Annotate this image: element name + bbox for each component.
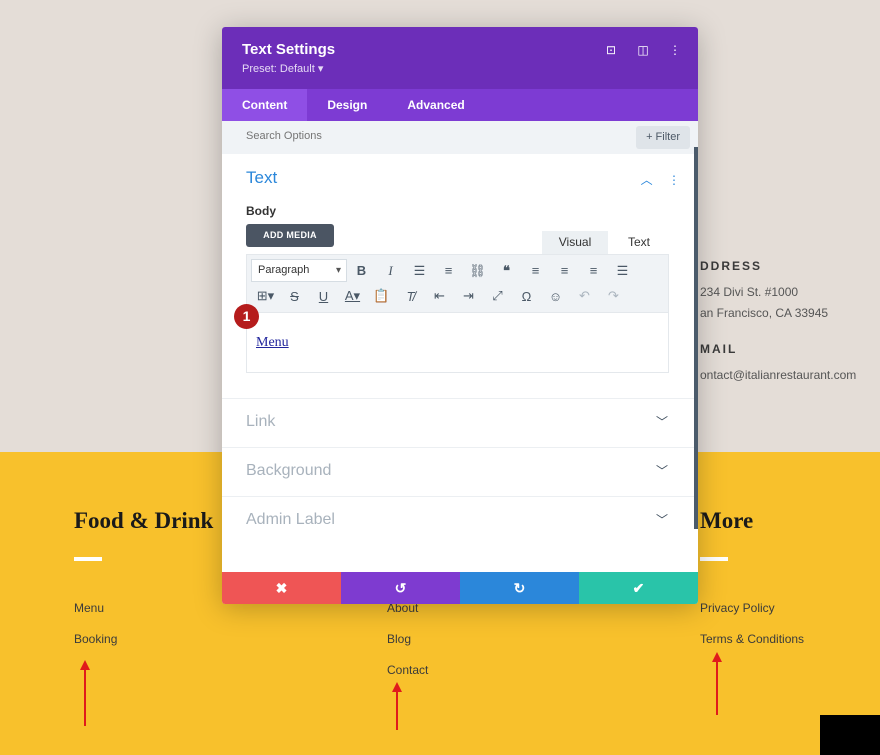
close-icon: ✖ (275, 580, 288, 596)
redo-button[interactable]: ↻ (460, 572, 579, 604)
align-center-icon[interactable]: ≡ (550, 263, 579, 278)
address-heading: DDRESS (700, 259, 763, 273)
screenshot-icon[interactable]: ⊡ (604, 43, 618, 57)
search-options-input[interactable] (246, 130, 446, 142)
special-character-icon[interactable]: Ω (512, 289, 541, 304)
indent-icon[interactable]: ⇥ (454, 288, 483, 304)
undo-icon[interactable]: ↶ (570, 288, 599, 304)
annotation-arrow-terms (712, 652, 722, 715)
address-line-1: 234 Divi St. #1000 (700, 285, 799, 299)
body-label: Body (246, 204, 276, 218)
accordion-link[interactable]: Link ﹀ (222, 398, 698, 447)
undo-icon: ↺ (394, 580, 407, 596)
step-badge: 1 (234, 304, 259, 329)
strikethrough-icon[interactable]: S (280, 289, 309, 304)
chevron-up-icon[interactable]: ︿ (641, 173, 653, 187)
filter-button[interactable]: + Filter (636, 126, 690, 149)
email-value[interactable]: ontact@italianrestaurant.com (700, 365, 856, 386)
footer-col3-title: More (700, 508, 754, 533)
text-color-icon[interactable]: A▾ (338, 288, 367, 304)
accordion-background[interactable]: Background ﹀ (222, 447, 698, 496)
annotation-arrow-booking (80, 660, 90, 726)
numbered-list-icon[interactable]: ≡ (434, 263, 463, 278)
align-left-icon[interactable]: ≡ (521, 263, 550, 278)
chevron-down-icon: ﹀ (655, 513, 668, 527)
accordion-admin-label[interactable]: Admin Label ﹀ (222, 496, 698, 545)
editor-tab-text[interactable]: Text (608, 231, 670, 254)
blockquote-icon[interactable]: ❝ (492, 263, 521, 279)
accordion-background-title: Background (246, 462, 332, 479)
underline-icon[interactable]: U (309, 289, 338, 304)
annotation-arrow-contact (392, 682, 402, 730)
clear-format-icon[interactable]: T̸ (396, 289, 425, 304)
modal-header: Text Settings Preset: Default ▾ ⊡ ◫ ⋮ (222, 27, 698, 89)
footer-col1-divider (74, 557, 102, 561)
tab-design[interactable]: Design (307, 89, 387, 121)
footer-link-about[interactable]: About (387, 601, 428, 632)
address-line-2: an Francisco, CA 33945 (700, 306, 829, 320)
emoji-icon[interactable]: ☺ (541, 289, 570, 304)
text-settings-modal: Text Settings Preset: Default ▾ ⊡ ◫ ⋮ Co… (222, 27, 698, 604)
chevron-down-icon: ﹀ (655, 464, 668, 478)
split-view-icon[interactable]: ◫ (636, 43, 650, 57)
footer-col3-divider (700, 557, 728, 561)
add-media-button[interactable]: ADD MEDIA (246, 224, 334, 247)
contact-address-block: DDRESS 234 Divi St. #1000 an Francisco, … (700, 259, 828, 324)
footer-column-more: More Privacy Policy Terms & Conditions (700, 508, 804, 663)
footer-column-food-drink: Food & Drink Menu Booking (74, 508, 213, 663)
modal-tabs: Content Design Advanced (222, 89, 698, 121)
tab-content[interactable]: Content (222, 89, 308, 121)
save-button[interactable]: ✔ (579, 572, 698, 604)
editor-tab-visual[interactable]: Visual (542, 231, 608, 254)
footer-link-booking[interactable]: Booking (74, 632, 213, 663)
bold-icon[interactable]: B (347, 263, 376, 278)
align-right-icon[interactable]: ≡ (579, 263, 608, 278)
italic-icon[interactable]: I (376, 263, 405, 279)
table-icon[interactable]: ⊞▾ (251, 288, 280, 304)
search-row: + Filter (222, 121, 698, 154)
chevron-down-icon: ﹀ (655, 415, 668, 429)
tab-advanced[interactable]: Advanced (387, 89, 484, 121)
paste-icon[interactable]: 📋 (367, 288, 396, 304)
text-editor-area[interactable]: Menu (246, 313, 669, 373)
editor-content-link[interactable]: Menu (256, 335, 289, 351)
link-icon[interactable]: ⛓ (463, 263, 492, 279)
undo-button[interactable]: ↺ (341, 572, 460, 604)
modal-action-bar: ✖ ↺ ↻ ✔ (222, 572, 698, 604)
footer-link-blog[interactable]: Blog (387, 632, 428, 663)
email-heading: MAIL (700, 342, 738, 356)
editor-toolbar: Paragraph B I ☰ ≡ ⛓ ❝ ≡ ≡ ≡ ☰ ⊞▾ S U A▾ … (246, 254, 669, 313)
cancel-button[interactable]: ✖ (222, 572, 341, 604)
check-icon: ✔ (632, 580, 645, 596)
contact-email-block: MAIL ontact@italianrestaurant.com (700, 342, 856, 386)
text-section-title[interactable]: Text (246, 168, 277, 188)
corner-black-block (820, 715, 880, 755)
modal-scrollbar[interactable] (694, 147, 698, 529)
more-options-icon[interactable]: ⋮ (668, 43, 682, 57)
footer-link-privacy-policy[interactable]: Privacy Policy (700, 601, 804, 632)
accordion-admin-label-title: Admin Label (246, 511, 335, 528)
section-more-icon[interactable]: ⋮ (668, 173, 680, 187)
accordion-link-title: Link (246, 413, 276, 430)
outdent-icon[interactable]: ⇤ (425, 288, 454, 304)
fullscreen-icon[interactable]: ⤢ (483, 288, 512, 304)
footer-link-menu[interactable]: Menu (74, 601, 213, 632)
text-section-controls: ︿ ⋮ (641, 171, 680, 188)
redo-icon[interactable]: ↷ (599, 288, 628, 304)
redo-icon: ↻ (513, 580, 526, 596)
preset-selector[interactable]: Preset: Default ▾ (242, 62, 678, 75)
paragraph-format-select[interactable]: Paragraph (251, 259, 347, 282)
footer-col1-title: Food & Drink (74, 508, 214, 533)
bullet-list-icon[interactable]: ☰ (405, 263, 434, 279)
align-justify-icon[interactable]: ☰ (608, 263, 637, 279)
